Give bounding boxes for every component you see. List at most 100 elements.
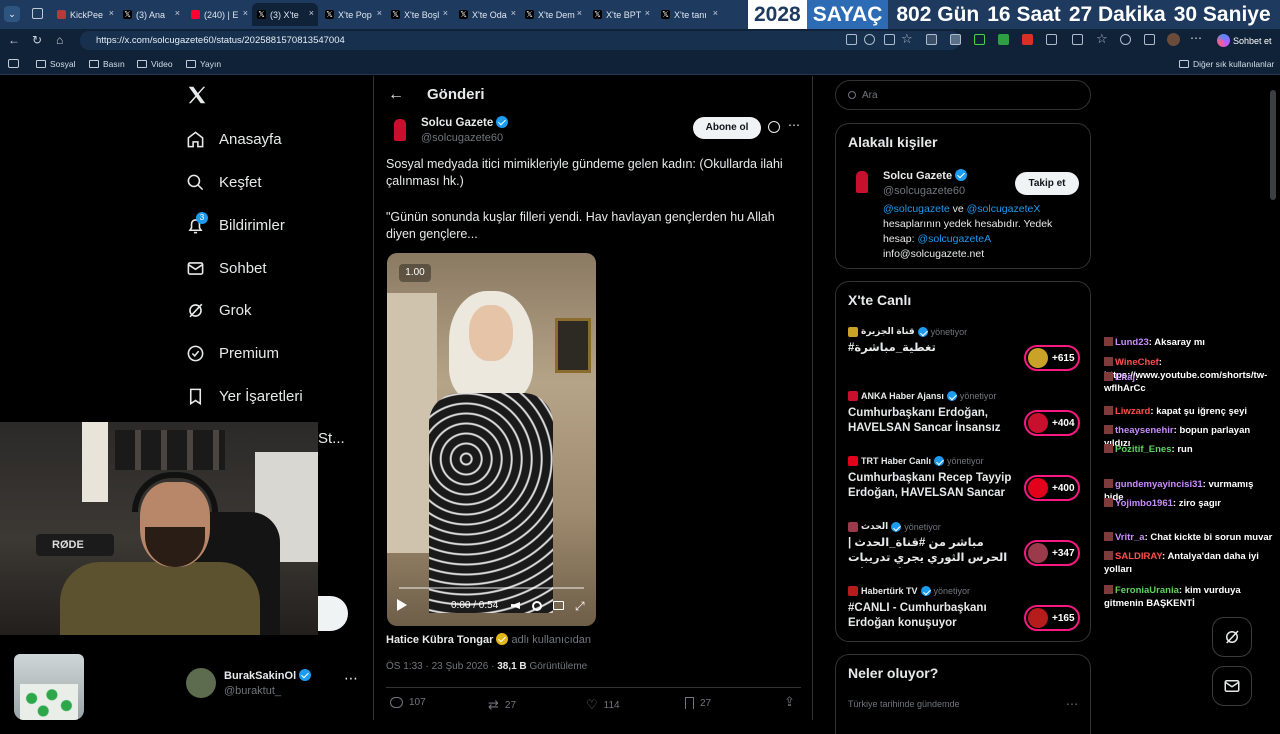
video-player[interactable]: 1.00 0:00 / 0:54 ⤢: [387, 253, 596, 626]
performance-icon[interactable]: [1120, 34, 1131, 45]
copilot-chat-button[interactable]: Sohbet et: [1214, 31, 1276, 50]
settings-gear-icon[interactable]: [532, 601, 542, 611]
bio-link[interactable]: @solcugazeteA: [917, 233, 991, 245]
favorites-icon[interactable]: ☆: [1096, 31, 1108, 47]
video-progress-track[interactable]: [399, 587, 584, 589]
tab-close-icon[interactable]: ×: [645, 8, 650, 18]
browser-tab[interactable]: 𝕏 X'te Oda ×: [454, 3, 520, 26]
live-listener-badge[interactable]: +347: [1024, 540, 1080, 566]
chat-username[interactable]: FeroniaUrania: [1115, 585, 1179, 596]
browser-tab[interactable]: (240) | E ×: [186, 3, 252, 26]
related-name-row[interactable]: Solcu Gazete: [883, 169, 968, 182]
url-bar[interactable]: https://x.com/solcugazete60/status/20258…: [80, 31, 960, 50]
pip-icon[interactable]: [553, 601, 564, 610]
account-switcher[interactable]: BurakSakinOl @buraktut_ ⋯: [186, 668, 366, 700]
chat-username[interactable]: theaysenehir: [1115, 425, 1174, 436]
reader-icon[interactable]: [846, 34, 857, 45]
browser-tab[interactable]: 𝕏 (3) Ana ×: [118, 3, 184, 26]
sidebar-item-kesfet[interactable]: Keşfet: [186, 173, 262, 192]
author-handle[interactable]: @solcugazete60: [421, 132, 503, 144]
sidebar-item-yer-isaretleri[interactable]: Yer İşaretleri: [186, 387, 303, 406]
sidebar-item-partial[interactable]: St...: [318, 430, 345, 447]
refresh-icon[interactable]: ↻: [32, 33, 42, 47]
live-item[interactable]: TRT Haber Canlı yönetiyor Cumhurbaşkanı Re…: [836, 456, 1090, 518]
zoom-icon[interactable]: [864, 34, 875, 45]
home-browser-icon[interactable]: ⌂: [56, 33, 63, 47]
tab-close-icon[interactable]: ×: [243, 8, 248, 18]
bookmark-folder-basin[interactable]: Basın: [89, 59, 125, 69]
x-logo-icon[interactable]: [186, 84, 208, 106]
tab-close-icon[interactable]: ×: [713, 8, 718, 18]
author-name-row[interactable]: Solcu Gazete: [421, 116, 509, 129]
live-listener-badge[interactable]: +615: [1024, 345, 1080, 371]
grok-explain-icon[interactable]: [768, 121, 780, 133]
tab-close-icon[interactable]: ×: [577, 8, 582, 18]
related-handle[interactable]: @solcugazete60: [883, 185, 965, 197]
bookmark-button[interactable]: 27: [685, 697, 711, 709]
read-aloud-icon[interactable]: [884, 34, 895, 45]
sidebar-toggle-icon[interactable]: [8, 59, 19, 68]
live-listener-badge[interactable]: +165: [1024, 605, 1080, 631]
tab-list-menu-icon[interactable]: ⌄: [4, 6, 20, 22]
live-item[interactable]: الحدث yönetiyor مباشر من #قناة_الحدث | الح…: [836, 521, 1090, 583]
profile-avatar[interactable]: [1167, 33, 1180, 46]
live-item[interactable]: Habertürk TV yönetiyor #CANLI - Cumhurbaşk…: [836, 586, 1090, 648]
extension-1-icon[interactable]: [926, 34, 937, 45]
extension-5-icon[interactable]: [1022, 34, 1033, 45]
page-scrollbar[interactable]: [1270, 90, 1276, 200]
bookmark-folder-yayin[interactable]: Yayın: [186, 59, 221, 69]
tab-close-icon[interactable]: ×: [511, 8, 516, 18]
sidebar-item-anasayfa[interactable]: Anasayfa: [186, 130, 282, 149]
chat-username[interactable]: Lund23: [1115, 337, 1149, 348]
chat-username[interactable]: Eltaj: [1115, 372, 1135, 383]
extension-3-icon[interactable]: [974, 34, 985, 45]
chat-username[interactable]: Yojimbo1961: [1115, 498, 1173, 509]
playback-speed[interactable]: 1.00: [399, 264, 431, 282]
grok-float-button[interactable]: [1212, 617, 1252, 657]
bio-link[interactable]: @solcugazete: [883, 203, 950, 215]
browser-tab[interactable]: 𝕏 (3) X'te ×: [252, 3, 318, 26]
chat-username[interactable]: WineChef: [1115, 357, 1159, 368]
tab-close-icon[interactable]: ×: [109, 8, 114, 18]
reply-button[interactable]: 107: [390, 697, 426, 708]
post-more-icon[interactable]: ⋯: [788, 118, 800, 132]
back-arrow-icon[interactable]: ←: [388, 86, 404, 104]
bookmark-folder-sosyal[interactable]: Sosyal: [36, 59, 76, 69]
extension-4-icon[interactable]: [998, 34, 1009, 45]
sidebar-item-premium[interactable]: Premium: [186, 344, 279, 363]
like-button[interactable]: ♡ 114: [586, 697, 620, 713]
back-icon[interactable]: ←: [8, 33, 20, 47]
favorite-star-icon[interactable]: ☆: [901, 31, 913, 47]
share-icon[interactable]: ⇪: [784, 694, 795, 710]
live-listener-badge[interactable]: +404: [1024, 410, 1080, 436]
follow-button[interactable]: Takip et: [1015, 172, 1079, 195]
chat-username[interactable]: gundemyayincisi31: [1115, 479, 1203, 490]
post-timestamp[interactable]: ÖS 1:33 · 23 Şub 2026 ·: [386, 661, 494, 672]
browser-tab[interactable]: 𝕏 X'te tanı ×: [656, 3, 722, 26]
chat-username[interactable]: Liwzard: [1115, 406, 1150, 417]
browser-tab[interactable]: KickPee ×: [52, 3, 118, 26]
sidebar-item-sohbet[interactable]: Sohbet: [186, 259, 267, 278]
browser-tab[interactable]: 𝕏 X'te Dem ×: [520, 3, 586, 26]
chat-username[interactable]: Pozitif_Enes: [1115, 444, 1172, 455]
account-more-icon[interactable]: ⋯: [344, 670, 358, 687]
browser-tab[interactable]: 𝕏 X'te Boşl ×: [386, 3, 452, 26]
live-listener-badge[interactable]: +400: [1024, 475, 1080, 501]
tab-close-icon[interactable]: ×: [309, 8, 314, 18]
workspaces-icon[interactable]: [32, 8, 43, 19]
tagged-user[interactable]: Hatice Kübra Tongar: [386, 634, 493, 646]
fullscreen-icon[interactable]: ⤢: [575, 599, 585, 614]
browser-tab[interactable]: 𝕏 X'te BPT ×: [588, 3, 654, 26]
extensions-icon[interactable]: [1046, 34, 1057, 45]
chat-username[interactable]: SALDIRAY: [1115, 551, 1162, 562]
author-avatar[interactable]: [386, 116, 414, 144]
bookmark-folder-other[interactable]: Diğer sık kullanılanlar: [1179, 59, 1274, 69]
split-screen-icon[interactable]: [1072, 34, 1083, 45]
tab-close-icon[interactable]: ×: [443, 8, 448, 18]
sidebar-item-grok[interactable]: Grok: [186, 301, 252, 320]
downloads-icon[interactable]: [1144, 34, 1155, 45]
play-icon[interactable]: [397, 599, 407, 611]
browser-tab[interactable]: 𝕏 X'te Pop ×: [320, 3, 386, 26]
search-box[interactable]: Ara: [835, 80, 1091, 110]
messages-float-button[interactable]: [1212, 666, 1252, 706]
